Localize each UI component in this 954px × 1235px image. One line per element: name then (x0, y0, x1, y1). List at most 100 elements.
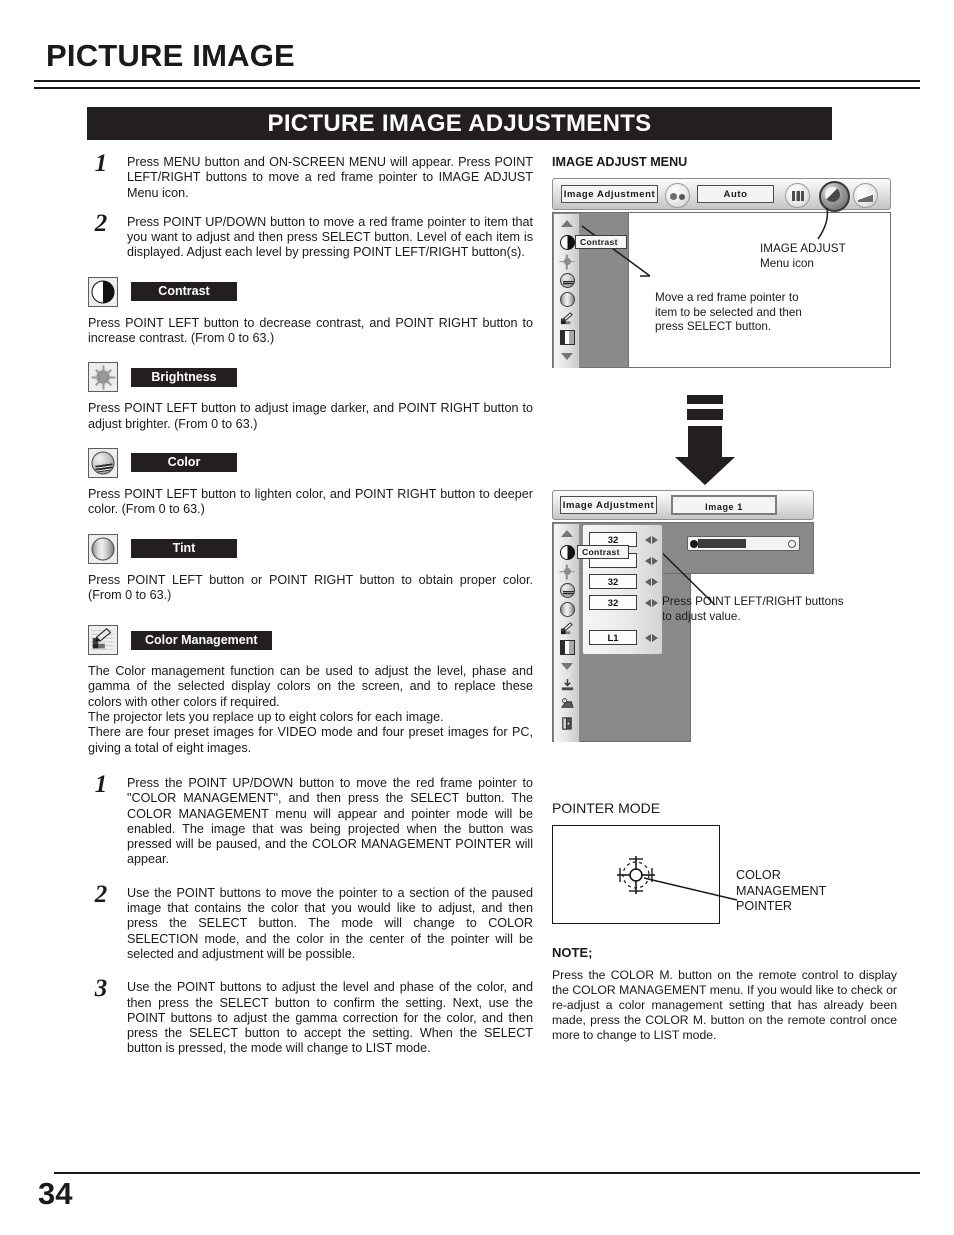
rail-quit-icon[interactable] (554, 714, 580, 733)
rail-brightness-icon[interactable] (554, 562, 580, 581)
annotation-adjust-value: Press POINT LEFT/RIGHT buttons to adjust… (662, 595, 862, 624)
item-label-tint: Tint (131, 539, 237, 559)
rail-color-icon[interactable] (554, 581, 580, 600)
adjust-arrows-icon[interactable] (645, 535, 658, 544)
rail-tint-icon[interactable] (554, 600, 580, 619)
cm-paragraph-3: There are four preset images for VIDEO m… (88, 725, 533, 755)
contrast-slider[interactable] (687, 536, 800, 551)
note-title: NOTE; (552, 945, 593, 960)
rail-scroll-down[interactable] (554, 347, 580, 366)
step-1-top: 1 Press MENU button and ON-SCREEN MENU w… (88, 150, 533, 201)
step-number: 3 (94, 975, 108, 1003)
value-lamp-control[interactable]: L1 (589, 630, 637, 645)
annotation-line: Menu icon (760, 256, 814, 270)
note-section: NOTE; Press the COLOR M. button on the r… (552, 945, 897, 1043)
rail-store-icon[interactable] (554, 676, 580, 695)
slider-right-knob (788, 540, 796, 548)
step-3-bottom: 3 Use the POINT buttons to adjust the le… (88, 975, 533, 1056)
step-text: Press MENU button and ON-SCREEN MENU wil… (127, 155, 533, 200)
annotation-line: IMAGE ADJUST (760, 242, 846, 255)
value-row-lamp-control: L1 (583, 627, 662, 648)
osd-auto-button[interactable]: Auto (697, 185, 774, 203)
tint-icon (88, 533, 118, 564)
color-management-icon (88, 625, 118, 656)
rail-lamp-icon[interactable] (554, 695, 580, 714)
rail-brightness-icon[interactable] (554, 252, 580, 271)
adjust-arrows-icon[interactable] (645, 598, 658, 607)
rail-color-icon[interactable] (554, 271, 580, 290)
osd-tooltip-contrast: Contrast (575, 235, 627, 249)
annotation-line: press SELECT button. (655, 320, 772, 334)
item-heading-tint: Tint (88, 533, 533, 564)
step-number: 1 (94, 770, 108, 798)
annotation-line: COLOR (736, 868, 781, 882)
item-desc-color: Press POINT LEFT button to lighten color… (88, 486, 533, 517)
page-title: PICTURE IMAGE (46, 38, 295, 73)
item-heading-brightness: Brightness (88, 362, 533, 393)
value-color[interactable]: 32 (589, 574, 637, 589)
osd-menu-name: Image Adjustment (561, 185, 658, 203)
rail-scroll-up[interactable] (554, 524, 580, 543)
section-banner: PICTURE IMAGE ADJUSTMENTS (87, 107, 832, 140)
osd-menu-name: Image Adjustment (560, 496, 657, 514)
adjust-arrows-icon[interactable] (645, 556, 658, 565)
item-heading-color-management: Color Management (88, 625, 533, 656)
image-adjust-menu-caption: IMAGE ADJUST MENU (552, 155, 688, 169)
rail-screen-icon[interactable] (554, 638, 580, 657)
osd-image-adjust-menu: Image Adjustment Auto Contrast IMAGE ADJ… (552, 178, 891, 368)
osd-tooltip-contrast: Contrast (577, 545, 629, 559)
step-number: 1 (94, 150, 108, 177)
contrast-icon (88, 276, 118, 307)
item-label-color-management: Color Management (131, 630, 272, 650)
pc-adjust-menu-icon[interactable] (785, 183, 810, 208)
item-desc-brightness: Press POINT LEFT button to adjust image … (88, 401, 533, 431)
item-desc-contrast: Press POINT LEFT button to decrease cont… (88, 315, 533, 346)
image-adjust-menu-icon[interactable] (819, 181, 850, 212)
value-row-color: 32 (583, 571, 662, 592)
step-2-bottom: 2 Use the POINT buttons to move the poin… (88, 881, 533, 962)
step-number: 2 (94, 880, 108, 908)
osd-image-selector[interactable]: Image 1 (671, 495, 777, 515)
pointer-mode-caption: POINTER MODE (552, 800, 661, 816)
rail-scroll-up[interactable] (554, 214, 580, 233)
input-menu-icon[interactable] (665, 183, 690, 208)
annotation-line: item to be selected and then (655, 305, 802, 319)
osd-value-column: 32 32 32 L1 (582, 524, 663, 655)
rail-color-management-icon[interactable] (554, 619, 580, 638)
annotation-line: to adjust value. (662, 609, 741, 623)
rail-screen-icon[interactable] (554, 328, 580, 347)
value-tint[interactable]: 32 (589, 595, 637, 610)
pointer-mode-preview (552, 825, 720, 924)
item-heading-color: Color (88, 447, 533, 478)
step-text: Press the POINT UP/DOWN button to move t… (127, 775, 533, 867)
rail-scroll-down[interactable] (554, 657, 580, 676)
value-row-spacer (583, 613, 662, 627)
right-column: IMAGE ADJUST MENU Image Adjustment Auto (552, 155, 897, 1042)
slider-left-knob (690, 540, 698, 548)
flow-down-arrow (674, 395, 736, 492)
step-2-top: 2 Press POINT UP/DOWN button to move a r… (88, 210, 533, 261)
step-number: 2 (94, 209, 108, 237)
adjust-arrows-icon[interactable] (645, 633, 658, 642)
header-divider (34, 80, 920, 89)
note-body: Press the COLOR M. button on the remote … (552, 968, 897, 1043)
annotation-line: Press POINT LEFT/RIGHT buttons (662, 595, 844, 608)
step-text: Use the POINT buttons to move the pointe… (127, 885, 533, 961)
item-heading-contrast: Contrast (88, 276, 533, 307)
rail-color-management-icon[interactable] (554, 309, 580, 328)
brightness-icon (88, 362, 118, 393)
slider-fill (698, 539, 746, 548)
left-column: 1 Press MENU button and ON-SCREEN MENU w… (88, 150, 533, 1071)
rail-tint-icon[interactable] (554, 290, 580, 309)
item-label-color: Color (131, 453, 237, 473)
item-desc-tint: Press POINT LEFT button or POINT RIGHT b… (88, 572, 533, 602)
annotation-color-management-pointer: COLOR MANAGEMENT POINTER (736, 868, 886, 915)
annotation-image-adjust-icon: IMAGE ADJUST Menu icon (760, 242, 890, 271)
page-number: 34 (38, 1176, 73, 1211)
annotation-move-pointer: Move a red frame pointer to item to be s… (655, 291, 885, 335)
step-1-bottom: 1 Press the POINT UP/DOWN button to move… (88, 771, 533, 868)
screen-menu-icon[interactable] (853, 183, 878, 208)
value-row-tint: 32 (583, 592, 662, 613)
footer-divider (54, 1172, 920, 1174)
adjust-arrows-icon[interactable] (645, 577, 658, 586)
